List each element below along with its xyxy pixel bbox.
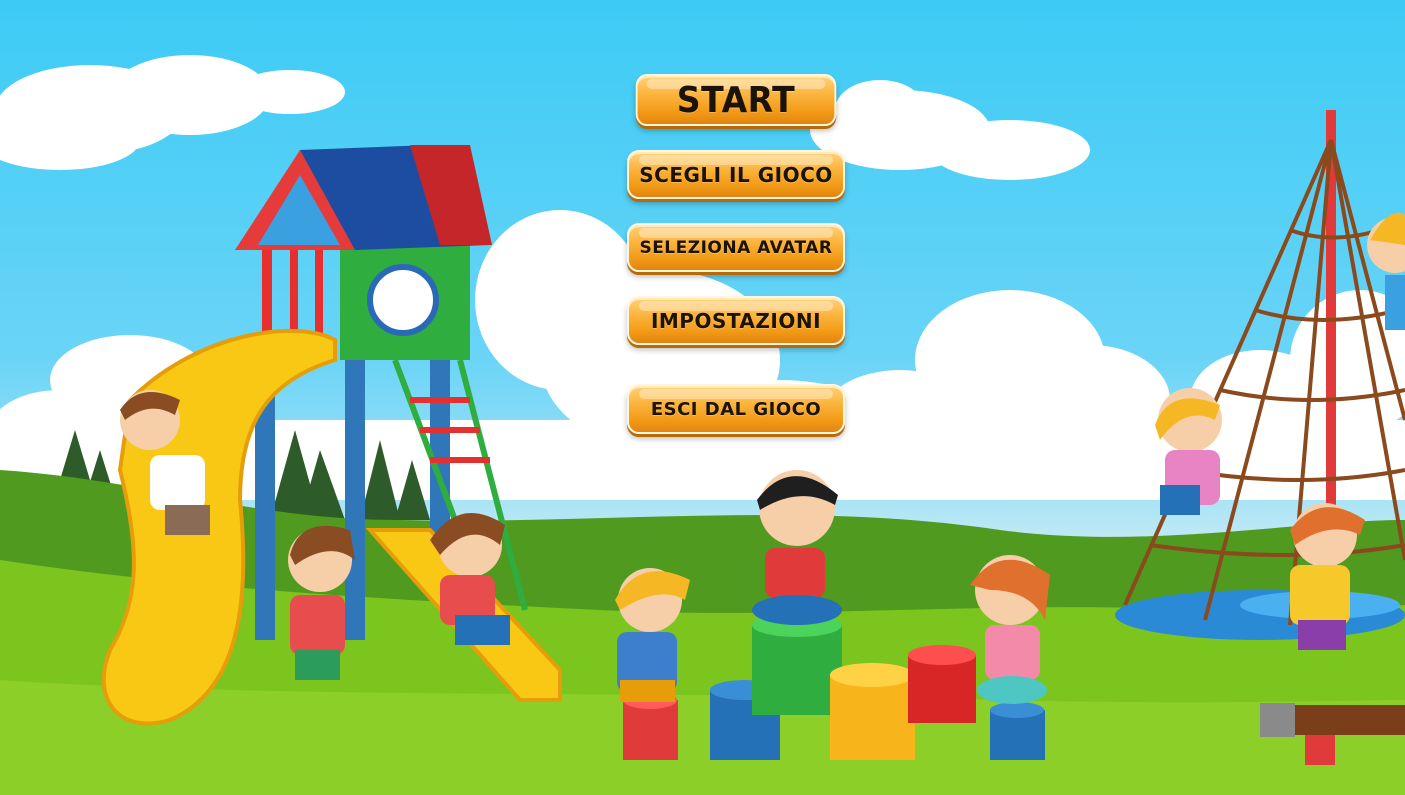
start-button[interactable]: START bbox=[635, 74, 837, 126]
main-menu-screen: START SCEGLI IL GIOCO SELEZIONA AVATAR I… bbox=[0, 0, 1405, 795]
select-avatar-button[interactable]: SELEZIONA AVATAR bbox=[627, 223, 845, 272]
choose-game-button-label: SCEGLI IL GIOCO bbox=[639, 162, 833, 187]
start-button-label: START bbox=[676, 79, 796, 121]
exit-game-button[interactable]: ESCI DAL GIOCO bbox=[627, 384, 845, 434]
settings-button[interactable]: IMPOSTAZIONI bbox=[627, 296, 845, 345]
exit-game-button-label: ESCI DAL GIOCO bbox=[650, 398, 822, 420]
settings-button-label: IMPOSTAZIONI bbox=[650, 308, 822, 333]
choose-game-button[interactable]: SCEGLI IL GIOCO bbox=[627, 150, 845, 199]
select-avatar-button-label: SELEZIONA AVATAR bbox=[639, 237, 833, 258]
